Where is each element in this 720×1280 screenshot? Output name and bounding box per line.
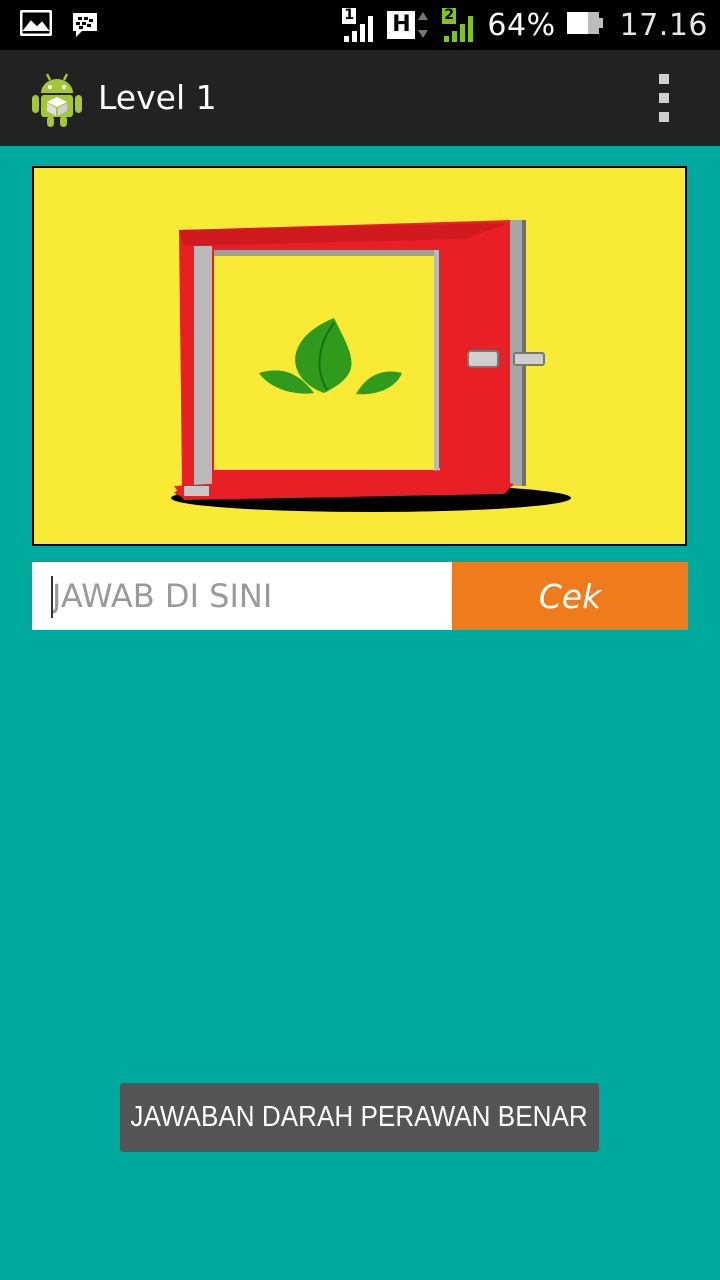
menu-dot [659,112,669,122]
page-title: Level 1 [98,78,217,117]
puzzle-image [32,166,687,546]
status-bar: 1 H 2 64% 17.16 [0,0,720,50]
text-cursor [51,576,53,618]
action-bar: Level 1 [0,50,720,146]
signal-sim1-icon: 1 [341,7,377,43]
menu-dot [659,74,669,84]
bbm-notification-icon [70,10,100,45]
toast-text: JAWABAN DARAH PERAWAN BENAR [130,1101,589,1133]
menu-dot [659,93,669,103]
hspa-icon: H [387,7,431,43]
clock: 17.16 [619,7,708,43]
sim2-label: 2 [444,7,455,23]
sim1-label: 1 [344,7,355,23]
battery-percent: 64% [487,7,556,43]
network-type-label: H [387,11,416,39]
red-door-with-green-leaf-icon [171,220,571,512]
signal-sim2-icon: 2 [441,7,477,43]
android-robot-icon [30,70,84,128]
check-button[interactable]: Cek [452,562,688,630]
gallery-notification-icon [19,9,53,45]
battery-icon [566,10,604,41]
overflow-menu-icon[interactable] [650,74,678,122]
answer-input[interactable] [32,562,452,630]
toast-message: JAWABAN DARAH PERAWAN BENAR [120,1083,599,1152]
